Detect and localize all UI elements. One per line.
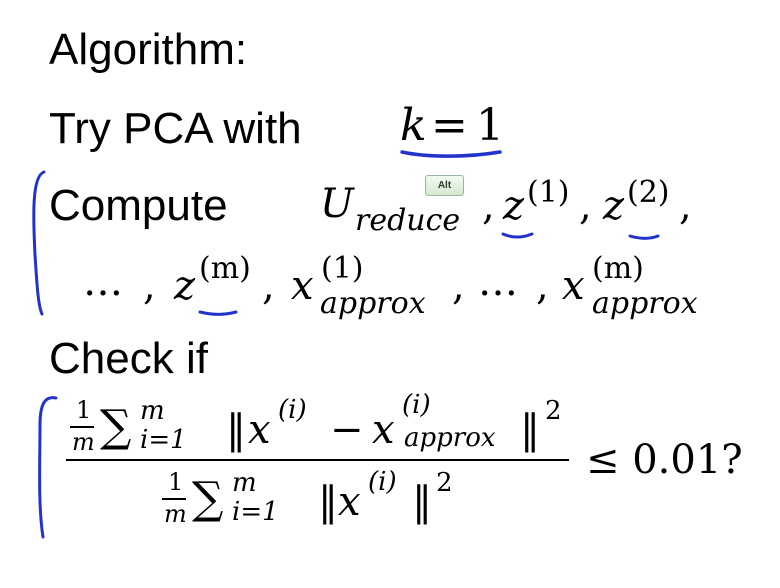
comma: ,	[143, 263, 156, 309]
superscript-1: (1)	[321, 251, 364, 286]
compute-text: Compute	[49, 181, 228, 230]
ink-underline-k	[400, 150, 502, 158]
square-exponent: 2	[545, 396, 562, 426]
ink-underline-z2	[628, 234, 660, 240]
value-one: 1	[476, 100, 504, 151]
superscript-i: (i)	[278, 395, 307, 425]
superscript-i: (i)	[402, 390, 431, 420]
norm-open: ‖	[318, 479, 338, 525]
check-if-text: Check if	[49, 334, 208, 383]
ellipsis: …	[478, 259, 518, 305]
approx-subscript: approx	[320, 286, 426, 321]
sum-lower: i=1	[140, 425, 187, 455]
sum-upper: m	[232, 468, 257, 498]
comma: ,	[262, 263, 275, 309]
try-pca-text: Try PCA with	[49, 104, 302, 153]
den-one: 1	[168, 468, 184, 496]
equals-sign: =	[431, 100, 468, 151]
alt-tooltip: Alt	[425, 175, 464, 196]
ink-underline-z1	[501, 232, 534, 239]
superscript-2: (2)	[627, 175, 670, 210]
comma: ,	[679, 183, 692, 229]
x-variable: x	[338, 479, 361, 525]
superscript-m: (m)	[592, 251, 644, 286]
comma: ,	[452, 263, 465, 309]
minus-sign: −	[330, 407, 364, 453]
square-exponent: 2	[436, 468, 453, 498]
comma: ,	[536, 263, 549, 309]
sum-sign: ∑	[192, 473, 224, 524]
z-variable: z	[503, 183, 525, 229]
z-variable: z	[603, 183, 625, 229]
num-one: 1	[76, 396, 92, 424]
reduce-subscript: reduce	[355, 203, 461, 238]
norm-close: ‖	[520, 407, 540, 453]
x-variable: x	[248, 407, 271, 453]
comma: ,	[482, 183, 495, 229]
superscript-i: (i)	[368, 467, 397, 497]
ink-bracket-check	[38, 396, 58, 539]
comma: ,	[579, 183, 592, 229]
x-variable: x	[562, 263, 585, 309]
ink-bracket-compute	[32, 170, 46, 316]
num-m: m	[72, 428, 95, 456]
x-variable: x	[291, 263, 314, 309]
den-m: m	[164, 500, 187, 528]
heading-algorithm: Algorithm:	[49, 25, 248, 74]
superscript-m: (m)	[199, 251, 251, 286]
threshold-comparison: ≤ 0.01?	[586, 437, 743, 483]
ellipsis: …	[83, 259, 123, 305]
approx-subscript: approx	[404, 423, 496, 453]
norm-close: ‖	[412, 479, 432, 525]
sum-lower: i=1	[232, 497, 279, 527]
superscript-1: (1)	[527, 175, 570, 210]
sum-sign: ∑	[100, 401, 132, 452]
ink-underline-zm	[198, 310, 238, 316]
k-variable: k	[400, 100, 427, 151]
sum-upper: m	[140, 396, 165, 426]
main-fraction-bar	[66, 459, 569, 461]
z-variable: z	[174, 263, 196, 309]
x-approx-variable: x	[372, 407, 395, 453]
norm-open: ‖	[226, 407, 246, 453]
approx-subscript: approx	[592, 286, 698, 321]
u-variable: U	[320, 181, 354, 227]
